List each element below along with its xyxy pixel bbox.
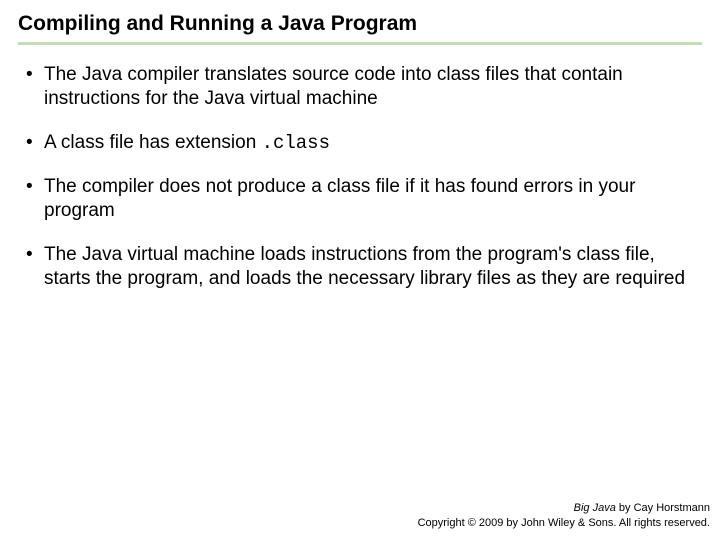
footer-line-1: Big Java by Cay Horstmann: [418, 501, 710, 515]
code-text: .class: [262, 132, 330, 154]
bullet-text: The Java virtual machine loads instructi…: [44, 244, 685, 289]
bullet-text: A class file has extension: [44, 132, 262, 153]
bullet-text: The Java compiler translates source code…: [44, 64, 623, 109]
footer-copyright: Copyright © 2009 by John Wiley & Sons. A…: [418, 516, 710, 530]
slide: Compiling and Running a Java Program The…: [0, 0, 720, 540]
bullet-item: The compiler does not produce a class fi…: [26, 175, 694, 223]
bullet-text: The compiler does not produce a class fi…: [44, 176, 635, 221]
slide-title: Compiling and Running a Java Program: [18, 12, 702, 42]
title-rule: [18, 42, 702, 45]
book-title: Big Java: [574, 502, 616, 514]
author: by Cay Horstmann: [616, 502, 710, 514]
bullet-item: A class file has extension .class: [26, 131, 694, 156]
footer: Big Java by Cay Horstmann Copyright © 20…: [418, 501, 710, 530]
bullet-list: The Java compiler translates source code…: [18, 63, 702, 290]
bullet-item: The Java virtual machine loads instructi…: [26, 243, 694, 291]
bullet-item: The Java compiler translates source code…: [26, 63, 694, 111]
